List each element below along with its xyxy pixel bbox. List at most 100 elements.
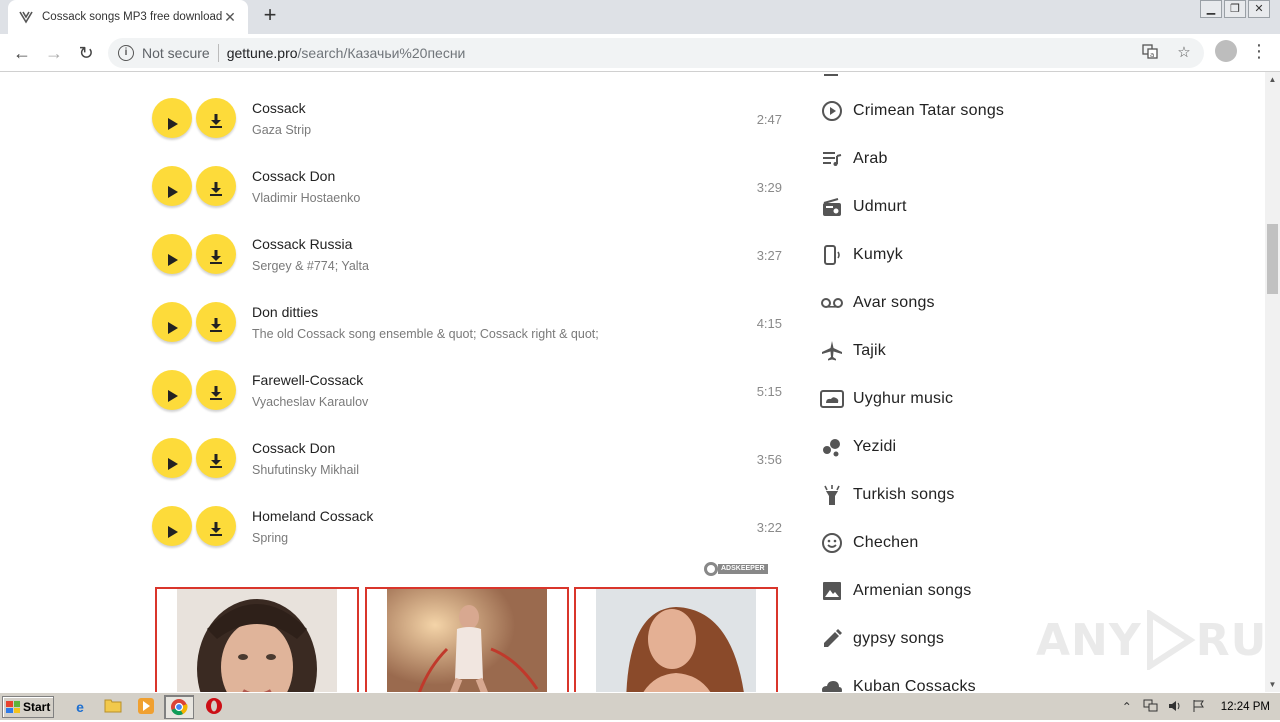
download-button[interactable]	[196, 234, 236, 274]
download-button[interactable]	[196, 166, 236, 206]
airplane-icon	[820, 339, 844, 363]
track-title[interactable]: Cossack Russia	[252, 236, 352, 252]
adskeeper-label: ADSKEEPER	[718, 564, 768, 574]
restore-icon[interactable]: ❐	[1224, 0, 1246, 18]
track-artist[interactable]: The old Cossack song ensemble & quot; Co…	[252, 327, 599, 341]
bookmark-star-icon[interactable]: ☆	[1174, 43, 1194, 63]
back-arrow-icon[interactable]: ←	[10, 41, 34, 65]
play-icon	[168, 186, 178, 198]
download-button[interactable]	[196, 506, 236, 546]
tray-expand-icon[interactable]: ⌃	[1119, 699, 1135, 715]
chrome-taskbar-icon[interactable]	[164, 695, 194, 719]
download-button[interactable]	[196, 438, 236, 478]
reload-icon[interactable]: ↻	[74, 41, 98, 65]
translate-icon[interactable]: a	[1140, 43, 1160, 63]
sidebar-item-label: Kumyk	[853, 246, 903, 263]
svg-text:a: a	[1150, 51, 1154, 59]
play-button[interactable]	[152, 234, 192, 274]
track-title[interactable]: Farewell-Cossack	[252, 372, 363, 388]
play-button[interactable]	[152, 438, 192, 478]
page-scrollbar[interactable]: ▲ ▼	[1265, 72, 1280, 692]
sidebar-item[interactable]: Uyghur music	[820, 386, 953, 412]
flashlight-icon	[820, 483, 844, 507]
play-button[interactable]	[152, 166, 192, 206]
close-tab-icon[interactable]: ✕	[222, 9, 238, 25]
network-icon[interactable]	[1143, 699, 1159, 715]
sidebar-item[interactable]: Turkish songs	[820, 482, 955, 508]
opera-icon[interactable]	[204, 697, 224, 717]
sidebar-item[interactable]: Kuban Cossacks	[820, 674, 976, 692]
sidebar-item-label: Tajik	[853, 342, 887, 359]
track-row: Cossack Russia Sergey & #774; Yalta 3:27	[0, 234, 800, 302]
close-window-icon[interactable]: ✕	[1248, 0, 1270, 18]
sidebar-item[interactable]: Udmurt	[820, 194, 907, 220]
download-button[interactable]	[196, 370, 236, 410]
scroll-thumb[interactable]	[1267, 224, 1278, 294]
phone-ringing-icon	[820, 243, 844, 267]
play-icon	[168, 390, 178, 402]
sidebar-item[interactable]: Armenian songs	[820, 578, 971, 604]
action-center-flag-icon[interactable]	[1191, 699, 1207, 715]
volume-icon[interactable]	[1167, 699, 1183, 715]
sidebar-item-label: Kuban Cossacks	[853, 678, 976, 692]
new-tab-button[interactable]: +	[258, 4, 282, 28]
bubbles-icon	[820, 435, 844, 459]
sidebar-item-label: gypsy songs	[853, 630, 945, 647]
play-button[interactable]	[152, 302, 192, 342]
url-path: /search/Казачьи%20песни	[297, 45, 466, 61]
sidebar-item-label: Chechen	[853, 534, 919, 551]
file-explorer-icon[interactable]	[103, 697, 123, 717]
tab-strip: Cossack songs MP3 free download a ✕ + ▁ …	[0, 0, 1280, 34]
ad-tile[interactable]	[365, 587, 569, 692]
sidebar-item[interactable]: Yezidi	[820, 434, 896, 460]
play-button[interactable]	[152, 506, 192, 546]
track-row: Don ditties The old Cossack song ensembl…	[0, 302, 800, 370]
minimize-icon[interactable]: ▁	[1200, 0, 1222, 18]
download-icon	[210, 318, 222, 332]
ad-tile[interactable]	[155, 587, 359, 692]
track-row: Farewell-Cossack Vyacheslav Karaulov 5:1…	[0, 370, 800, 438]
track-artist[interactable]: Vladimir Hostaenko	[252, 191, 360, 205]
track-title[interactable]: Cossack	[252, 100, 306, 116]
scroll-up-icon[interactable]: ▲	[1265, 72, 1280, 87]
taskbar-clock[interactable]: 12:24 PM	[1221, 701, 1270, 713]
info-icon[interactable]: i	[118, 45, 134, 61]
track-artist[interactable]: Gaza Strip	[252, 123, 311, 137]
sidebar-item-label: Turkish songs	[853, 486, 955, 503]
sidebar-item[interactable]: Avar songs	[820, 290, 935, 316]
profile-avatar-icon[interactable]	[1215, 40, 1237, 62]
track-title[interactable]: Homeland Cossack	[252, 508, 373, 524]
track-artist[interactable]: Shufutinsky Mikhail	[252, 463, 359, 477]
play-circle-icon	[820, 99, 844, 123]
internet-explorer-icon[interactable]: e	[70, 697, 90, 717]
address-bar[interactable]: i Not secure gettune.pro /search/Казачьи…	[108, 38, 1204, 68]
sidebar-item[interactable]: Tajik	[820, 338, 886, 364]
system-tray: ⌃ 12:24 PM	[1113, 696, 1276, 718]
sidebar-item-label: Udmurt	[853, 198, 907, 215]
sidebar-item[interactable]: gypsy songs	[820, 626, 944, 652]
sidebar-item[interactable]: Kumyk	[820, 242, 903, 268]
ad-tile[interactable]	[574, 587, 778, 692]
start-button[interactable]: Start	[2, 696, 54, 718]
sidebar-item[interactable]: Crimean Tatar songs	[820, 98, 1004, 124]
play-button[interactable]	[152, 98, 192, 138]
adskeeper-ring-icon	[704, 562, 718, 576]
chrome-menu-icon[interactable]: ⋮	[1250, 40, 1268, 64]
download-button[interactable]	[196, 302, 236, 342]
track-artist[interactable]: Vyacheslav Karaulov	[252, 395, 368, 409]
track-artist[interactable]: Spring	[252, 531, 288, 545]
track-title[interactable]: Don ditties	[252, 304, 318, 320]
play-button[interactable]	[152, 370, 192, 410]
adskeeper-logo[interactable]: ADSKEEPER	[704, 562, 778, 576]
track-artist[interactable]: Sergey & #774; Yalta	[252, 259, 369, 273]
forward-arrow-icon[interactable]: →	[42, 41, 66, 65]
track-title[interactable]: Cossack Don	[252, 440, 335, 456]
download-button[interactable]	[196, 98, 236, 138]
track-duration: 5:15	[756, 384, 782, 399]
browser-tab[interactable]: Cossack songs MP3 free download a ✕	[8, 0, 248, 34]
sidebar-item[interactable]: Chechen	[820, 530, 918, 556]
media-player-icon[interactable]	[136, 697, 156, 717]
scroll-down-icon[interactable]: ▼	[1265, 677, 1280, 692]
sidebar-item[interactable]: Arab	[820, 146, 888, 172]
track-title[interactable]: Cossack Don	[252, 168, 335, 184]
